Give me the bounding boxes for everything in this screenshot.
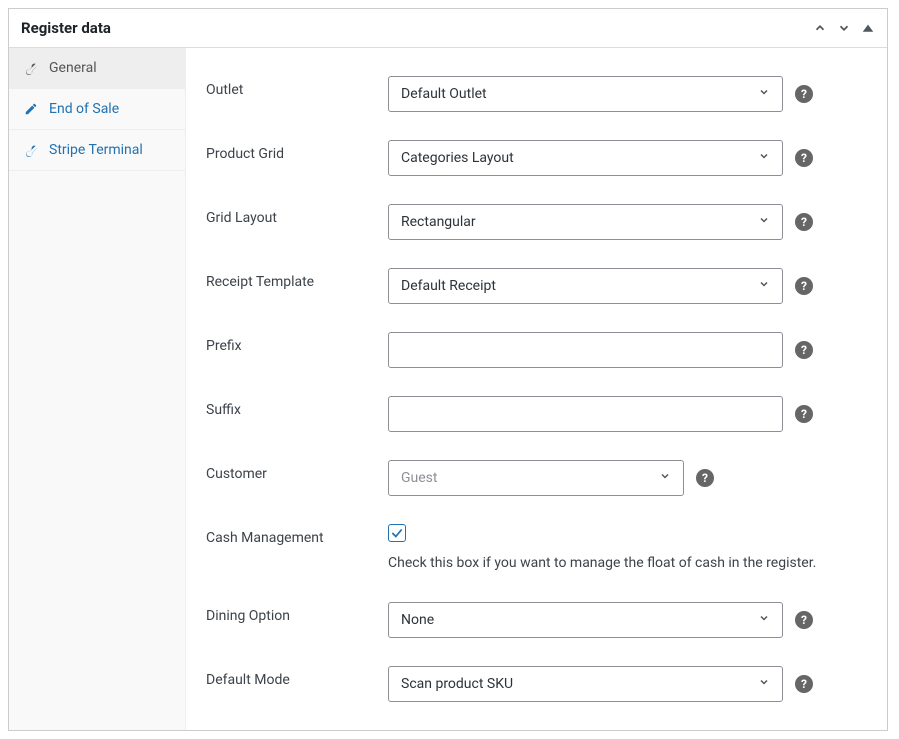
control-default-mode: Scan product SKU ?: [388, 666, 867, 702]
checkbox-cash-management[interactable]: [388, 524, 406, 542]
select-grid-layout[interactable]: Rectangular: [388, 204, 783, 240]
sidebar-item-stripe-terminal[interactable]: Stripe Terminal: [9, 130, 185, 171]
help-icon[interactable]: ?: [795, 675, 813, 693]
field-dining-option: Dining Option None ?: [206, 588, 867, 652]
field-suffix: Suffix ?: [206, 382, 867, 446]
edit-icon: [23, 101, 39, 117]
control-suffix: ?: [388, 396, 867, 432]
select-value: None: [401, 612, 434, 628]
panel-body: General End of Sale Stripe Terminal Outl…: [9, 48, 887, 730]
label-default-mode: Default Mode: [206, 666, 388, 688]
label-product-grid: Product Grid: [206, 140, 388, 162]
wrench-icon: [23, 60, 39, 76]
control-customer: Guest ?: [388, 460, 867, 496]
help-icon[interactable]: ?: [795, 85, 813, 103]
control-product-grid: Categories Layout ?: [388, 140, 867, 176]
panel-header-controls: [813, 21, 875, 35]
chevron-down-icon: [758, 676, 770, 692]
select-receipt-template[interactable]: Default Receipt: [388, 268, 783, 304]
label-customer: Customer: [206, 460, 388, 482]
chevron-down-icon: [758, 86, 770, 102]
select-dining-option[interactable]: None: [388, 602, 783, 638]
help-icon[interactable]: ?: [795, 213, 813, 231]
label-receipt-template: Receipt Template: [206, 268, 388, 290]
chevron-down-icon: [758, 612, 770, 628]
control-dining-option: None ?: [388, 602, 867, 638]
field-cash-management: Cash Management Check this box if you wa…: [206, 510, 867, 588]
cash-management-description: Check this box if you want to manage the…: [388, 552, 858, 574]
chevron-up-icon[interactable]: [813, 21, 827, 35]
help-icon[interactable]: ?: [795, 149, 813, 167]
control-grid-layout: Rectangular ?: [388, 204, 867, 240]
chevron-down-icon: [758, 150, 770, 166]
settings-content: Outlet Default Outlet ? Product Grid Cat…: [186, 48, 887, 730]
label-grid-layout: Grid Layout: [206, 204, 388, 226]
panel-title: Register data: [21, 19, 111, 37]
sidebar-item-general[interactable]: General: [9, 48, 185, 89]
field-customer: Customer Guest ?: [206, 446, 867, 510]
field-product-grid: Product Grid Categories Layout ?: [206, 126, 867, 190]
sidebar-item-end-of-sale[interactable]: End of Sale: [9, 89, 185, 130]
help-icon[interactable]: ?: [795, 277, 813, 295]
select-value: Default Outlet: [401, 86, 487, 102]
field-receipt-template: Receipt Template Default Receipt ?: [206, 254, 867, 318]
control-prefix: ?: [388, 332, 867, 368]
wrench-icon: [23, 142, 39, 158]
help-icon[interactable]: ?: [795, 341, 813, 359]
select-default-mode[interactable]: Scan product SKU: [388, 666, 783, 702]
field-grid-layout: Grid Layout Rectangular ?: [206, 190, 867, 254]
panel-header: Register data: [9, 9, 887, 48]
chevron-down-icon[interactable]: [837, 21, 851, 35]
control-cash-management: Check this box if you want to manage the…: [388, 524, 867, 574]
chevron-down-icon: [659, 470, 671, 486]
label-outlet: Outlet: [206, 76, 388, 98]
field-outlet: Outlet Default Outlet ?: [206, 62, 867, 126]
control-outlet: Default Outlet ?: [388, 76, 867, 112]
input-suffix[interactable]: [388, 396, 783, 432]
help-icon[interactable]: ?: [795, 405, 813, 423]
field-prefix: Prefix ?: [206, 318, 867, 382]
help-icon[interactable]: ?: [795, 611, 813, 629]
label-suffix: Suffix: [206, 396, 388, 418]
select-value: Guest: [401, 470, 437, 486]
select-customer[interactable]: Guest: [388, 460, 684, 496]
sidebar-item-label: General: [49, 60, 97, 76]
select-outlet[interactable]: Default Outlet: [388, 76, 783, 112]
settings-sidebar: General End of Sale Stripe Terminal: [9, 48, 186, 730]
label-dining-option: Dining Option: [206, 602, 388, 624]
collapse-triangle-icon[interactable]: [861, 21, 875, 35]
select-value: Categories Layout: [401, 150, 514, 166]
control-receipt-template: Default Receipt ?: [388, 268, 867, 304]
sidebar-item-label: Stripe Terminal: [49, 142, 143, 158]
chevron-down-icon: [758, 278, 770, 294]
chevron-down-icon: [758, 214, 770, 230]
input-prefix[interactable]: [388, 332, 783, 368]
label-prefix: Prefix: [206, 332, 388, 354]
select-product-grid[interactable]: Categories Layout: [388, 140, 783, 176]
field-default-mode: Default Mode Scan product SKU ?: [206, 652, 867, 716]
select-value: Scan product SKU: [401, 676, 513, 692]
label-cash-management: Cash Management: [206, 524, 388, 546]
register-data-panel: Register data General: [8, 8, 888, 731]
help-icon[interactable]: ?: [696, 469, 714, 487]
sidebar-item-label: End of Sale: [49, 101, 119, 117]
select-value: Default Receipt: [401, 278, 496, 294]
select-value: Rectangular: [401, 214, 476, 230]
